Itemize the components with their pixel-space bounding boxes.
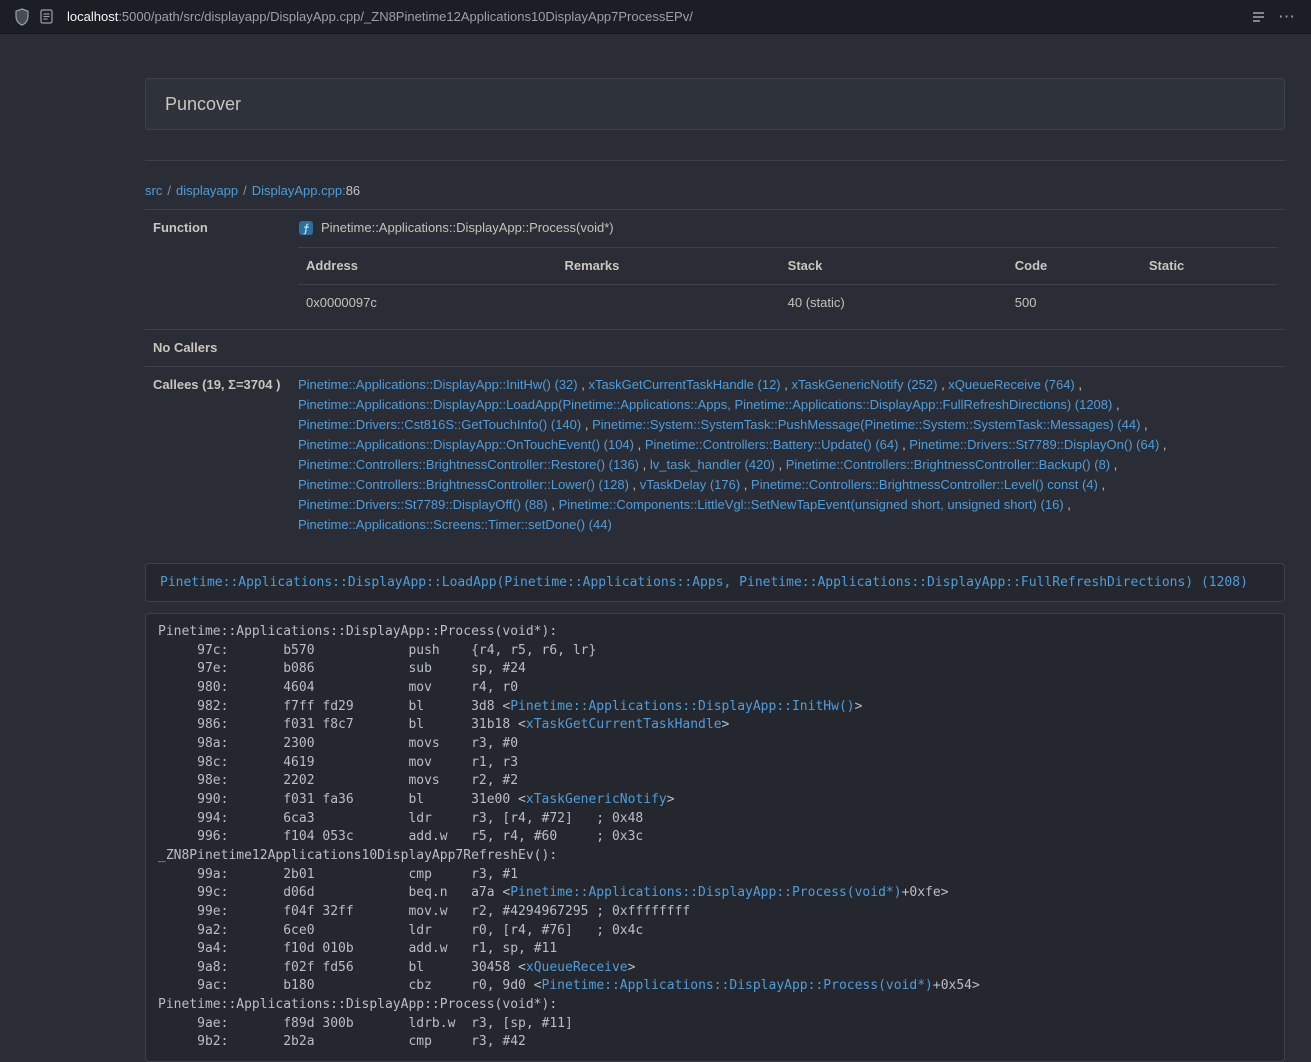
callee-link[interactable]: Pinetime::Drivers::Cst816S::GetTouchInfo…	[298, 417, 581, 432]
stats-value-address: 0x0000097c	[298, 285, 556, 322]
breadcrumb-separator: /	[238, 183, 252, 198]
breadcrumb-link-displayapp[interactable]: displayapp	[176, 183, 238, 198]
app-header-panel: Puncover	[145, 78, 1285, 130]
highlighted-symbol-box: Pinetime::Applications::DisplayApp::Load…	[145, 563, 1285, 602]
stats-value-remarks	[556, 285, 779, 322]
app-title: Puncover	[165, 93, 1265, 115]
callee-link[interactable]: Pinetime::Applications::DisplayApp::OnTo…	[298, 437, 634, 452]
callee-link[interactable]: Pinetime::Applications::Screens::Timer::…	[298, 517, 612, 532]
stats-header-static: Static	[1141, 248, 1277, 285]
callee-link[interactable]: Pinetime::Applications::DisplayApp::Init…	[298, 377, 578, 392]
no-callers-label: No Callers	[145, 330, 290, 367]
callee-link[interactable]: Pinetime::Controllers::BrightnessControl…	[751, 477, 1098, 492]
function-name: Pinetime::Applications::DisplayApp::Proc…	[321, 218, 614, 238]
stats-header-remarks: Remarks	[556, 248, 779, 285]
highlighted-symbol-link[interactable]: Pinetime::Applications::DisplayApp::Load…	[160, 575, 1248, 590]
divider	[145, 160, 1285, 161]
callee-link[interactable]: lv_task_handler (420)	[650, 457, 775, 472]
breadcrumb-link-file[interactable]: DisplayApp.cpp:	[252, 183, 346, 198]
callers-row: No Callers	[145, 330, 1285, 367]
callee-separator: ,	[781, 377, 792, 392]
stats-value-code: 500	[1007, 285, 1141, 322]
symbol-link[interactable]: Pinetime::Applications::DisplayApp::Init…	[510, 699, 854, 714]
callee-link[interactable]: Pinetime::System::SystemTask::PushMessag…	[592, 417, 1140, 432]
stats-header-code: Code	[1007, 248, 1141, 285]
callee-separator: ,	[1140, 417, 1147, 432]
callee-link[interactable]: Pinetime::Drivers::St7789::DisplayOn() (…	[909, 437, 1159, 452]
breadcrumb-link-src[interactable]: src	[145, 183, 162, 198]
browser-toolbar: localhost:5000/path/src/displayapp/Displ…	[0, 0, 1311, 34]
breadcrumb-line-number: 86	[346, 183, 360, 198]
stats-value-static	[1141, 285, 1277, 322]
breadcrumb-separator: /	[162, 183, 176, 198]
overflow-menu-icon[interactable]: ⋯	[1276, 8, 1297, 25]
function-stats-table: Address Remarks Stack Code Static 0x0000…	[298, 247, 1277, 321]
callees-label: Callees (19, Σ=3704 )	[145, 367, 290, 544]
callee-separator: ,	[629, 477, 640, 492]
stats-value-stack: 40 (static)	[780, 285, 1007, 322]
callees-list: Pinetime::Applications::DisplayApp::Init…	[298, 375, 1277, 535]
callee-separator: ,	[639, 457, 650, 472]
callee-link[interactable]: vTaskDelay (176)	[640, 477, 740, 492]
callee-separator: ,	[898, 437, 909, 452]
reader-view-icon[interactable]	[1251, 10, 1266, 24]
callee-link[interactable]: Pinetime::Components::LittleVgl::SetNewT…	[559, 497, 1064, 512]
page-content: Puncover src/displayapp/DisplayApp.cpp:8…	[145, 78, 1285, 1062]
callee-separator: ,	[1098, 477, 1105, 492]
disassembly-block: Pinetime::Applications::DisplayApp::Proc…	[145, 613, 1285, 1062]
callee-link[interactable]: Pinetime::Drivers::St7789::DisplayOff() …	[298, 497, 548, 512]
callee-separator: ,	[937, 377, 948, 392]
callee-separator: ,	[581, 417, 592, 432]
stats-header-stack: Stack	[780, 248, 1007, 285]
callee-separator: ,	[1110, 457, 1117, 472]
stats-header-address: Address	[298, 248, 556, 285]
function-label: Function	[145, 210, 290, 330]
url-path: :5000/path/src/displayapp/DisplayApp.cpp…	[118, 9, 693, 24]
callee-link[interactable]: Pinetime::Controllers::BrightnessControl…	[298, 477, 629, 492]
function-row: Function Pinetime::Applications::Display…	[145, 210, 1285, 330]
callee-separator: ,	[1159, 437, 1166, 452]
callee-link[interactable]: Pinetime::Controllers::BrightnessControl…	[786, 457, 1110, 472]
callees-row: Callees (19, Σ=3704 ) Pinetime::Applicat…	[145, 367, 1285, 544]
url-host: localhost	[67, 9, 118, 24]
shield-icon[interactable]	[14, 8, 30, 26]
symbol-link[interactable]: xTaskGetCurrentTaskHandle	[526, 717, 722, 732]
stats-row: 0x0000097c 40 (static) 500	[298, 285, 1277, 322]
callee-separator: ,	[775, 457, 786, 472]
callee-separator: ,	[1075, 377, 1082, 392]
callee-separator: ,	[1064, 497, 1071, 512]
callee-link[interactable]: Pinetime::Controllers::Battery::Update()…	[645, 437, 899, 452]
callee-separator: ,	[740, 477, 751, 492]
callee-link[interactable]: xQueueReceive (764)	[948, 377, 1074, 392]
callee-separator: ,	[578, 377, 589, 392]
breadcrumb: src/displayapp/DisplayApp.cpp:86	[145, 181, 1285, 201]
function-cell: Pinetime::Applications::DisplayApp::Proc…	[290, 210, 1285, 330]
callee-separator: ,	[1112, 397, 1119, 412]
callers-cell	[290, 330, 1285, 367]
callee-link[interactable]: xTaskGetCurrentTaskHandle (12)	[588, 377, 780, 392]
url-bar[interactable]: localhost:5000/path/src/displayapp/Displ…	[67, 9, 1241, 24]
callee-link[interactable]: Pinetime::Controllers::BrightnessControl…	[298, 457, 639, 472]
symbol-link[interactable]: Pinetime::Applications::DisplayApp::Proc…	[542, 978, 933, 993]
callee-separator: ,	[634, 437, 645, 452]
symbol-link[interactable]: xTaskGenericNotify	[526, 792, 667, 807]
symbol-link[interactable]: Pinetime::Applications::DisplayApp::Proc…	[510, 885, 901, 900]
callee-separator: ,	[548, 497, 559, 512]
function-icon	[298, 220, 314, 236]
callee-link[interactable]: xTaskGenericNotify (252)	[792, 377, 938, 392]
callee-link[interactable]: Pinetime::Applications::DisplayApp::Load…	[298, 397, 1112, 412]
callees-cell: Pinetime::Applications::DisplayApp::Init…	[290, 367, 1285, 544]
page-icon[interactable]	[40, 9, 53, 24]
symbol-detail-table: Function Pinetime::Applications::Display…	[145, 209, 1285, 543]
symbol-link[interactable]: xQueueReceive	[526, 960, 628, 975]
